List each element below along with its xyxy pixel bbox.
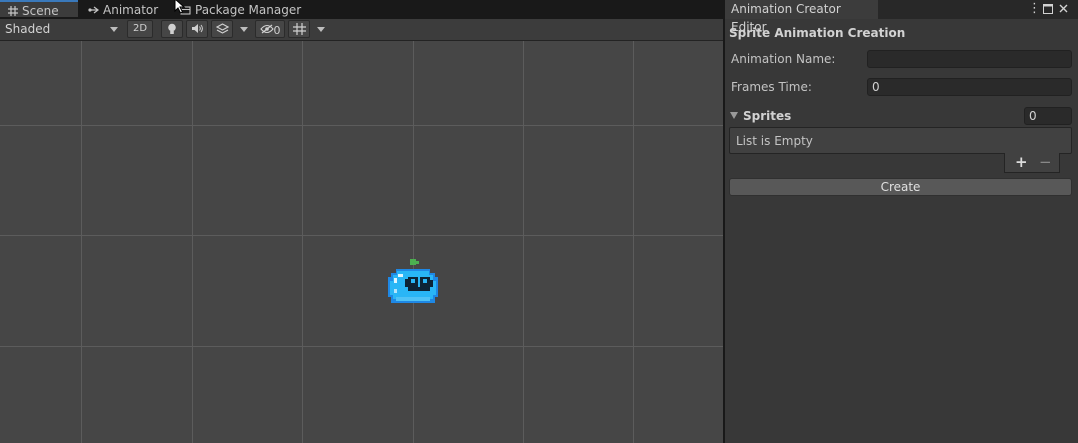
gizmos-dropdown[interactable] — [313, 20, 329, 38]
list-footer: + − — [1004, 153, 1060, 173]
scene-audio-button[interactable] — [186, 20, 208, 38]
sprites-foldout[interactable]: Sprites — [730, 109, 791, 123]
grid-line — [0, 346, 723, 347]
animation-name-input[interactable] — [867, 50, 1072, 68]
foldout-arrow-icon — [730, 112, 738, 119]
maximize-icon[interactable] — [1043, 0, 1053, 19]
tab-scene-label: Scene — [22, 4, 59, 18]
grid-line — [0, 235, 723, 236]
scene-lighting-button[interactable] — [161, 20, 183, 38]
slime-sprite[interactable] — [384, 259, 442, 307]
shading-mode-dropdown[interactable]: Shaded — [5, 20, 121, 39]
grid-line — [523, 41, 524, 443]
lightbulb-icon — [168, 23, 176, 34]
tab-scene[interactable]: Scene — [0, 0, 78, 18]
shading-mode-label: Shaded — [5, 22, 51, 36]
close-icon[interactable] — [1059, 0, 1068, 19]
chevron-down-icon — [240, 27, 248, 32]
sprites-label: Sprites — [743, 109, 792, 123]
scene-viewport[interactable] — [0, 41, 723, 443]
sprites-list: List is Empty — [729, 127, 1072, 154]
scene-effects-dropdown[interactable] — [236, 20, 252, 38]
gizmo-grid-icon — [292, 23, 306, 35]
frames-time-input[interactable]: 0 — [867, 78, 1072, 96]
mouse-cursor-icon — [174, 0, 186, 14]
grid-line — [192, 41, 193, 443]
animation-name-label: Animation Name: — [731, 52, 836, 66]
scene-tab-bar: Scene Animator Package Manager — [0, 0, 723, 19]
chevron-down-icon — [110, 27, 118, 32]
window-menu-icon[interactable]: ⋮ — [1028, 0, 1041, 19]
tab-animation-creator-editor[interactable]: Animation Creator Editor — [725, 0, 878, 34]
animator-icon — [88, 6, 99, 14]
scene-toolbar: Shaded 2D 0 — [0, 19, 723, 41]
tab-animator-label: Animator — [103, 3, 159, 17]
scene-visibility-toggle[interactable]: 0 — [255, 20, 285, 38]
visibility-icon — [259, 24, 274, 34]
2d-mode-button[interactable]: 2D — [127, 20, 153, 38]
scene-window: Scene Animator Package Manager Shaded 2D… — [0, 0, 723, 443]
scene-effects-button[interactable] — [211, 20, 233, 38]
effects-icon — [215, 23, 229, 34]
hidden-count: 0 — [273, 24, 281, 37]
animation-creator-window: Animation Creator Editor ⋮ Sprite Animat… — [725, 0, 1078, 443]
grid-line — [413, 41, 414, 443]
chevron-down-icon — [317, 27, 325, 32]
grid-line — [0, 125, 723, 126]
add-element-button[interactable]: + — [1015, 153, 1028, 172]
tab-package-manager-label: Package Manager — [195, 3, 302, 17]
audio-icon — [192, 24, 203, 33]
2d-mode-label: 2D — [132, 23, 148, 34]
frames-time-label: Frames Time: — [731, 80, 812, 94]
grid-icon — [8, 6, 18, 16]
grid-line — [302, 41, 303, 443]
list-empty-text: List is Empty — [736, 134, 813, 148]
sprites-count-field[interactable]: 0 — [1024, 107, 1072, 125]
grid-line — [633, 41, 634, 443]
grid-line — [81, 41, 82, 443]
tab-package-manager[interactable]: Package Manager — [180, 0, 301, 19]
editor-tab-bar: Animation Creator Editor ⋮ — [725, 0, 1078, 34]
section-title: Sprite Animation Creation — [729, 26, 906, 40]
create-button[interactable]: Create — [729, 178, 1072, 196]
gizmos-grid-button[interactable] — [288, 20, 310, 38]
tab-animator[interactable]: Animator — [88, 0, 158, 19]
remove-element-button[interactable]: − — [1039, 153, 1052, 172]
